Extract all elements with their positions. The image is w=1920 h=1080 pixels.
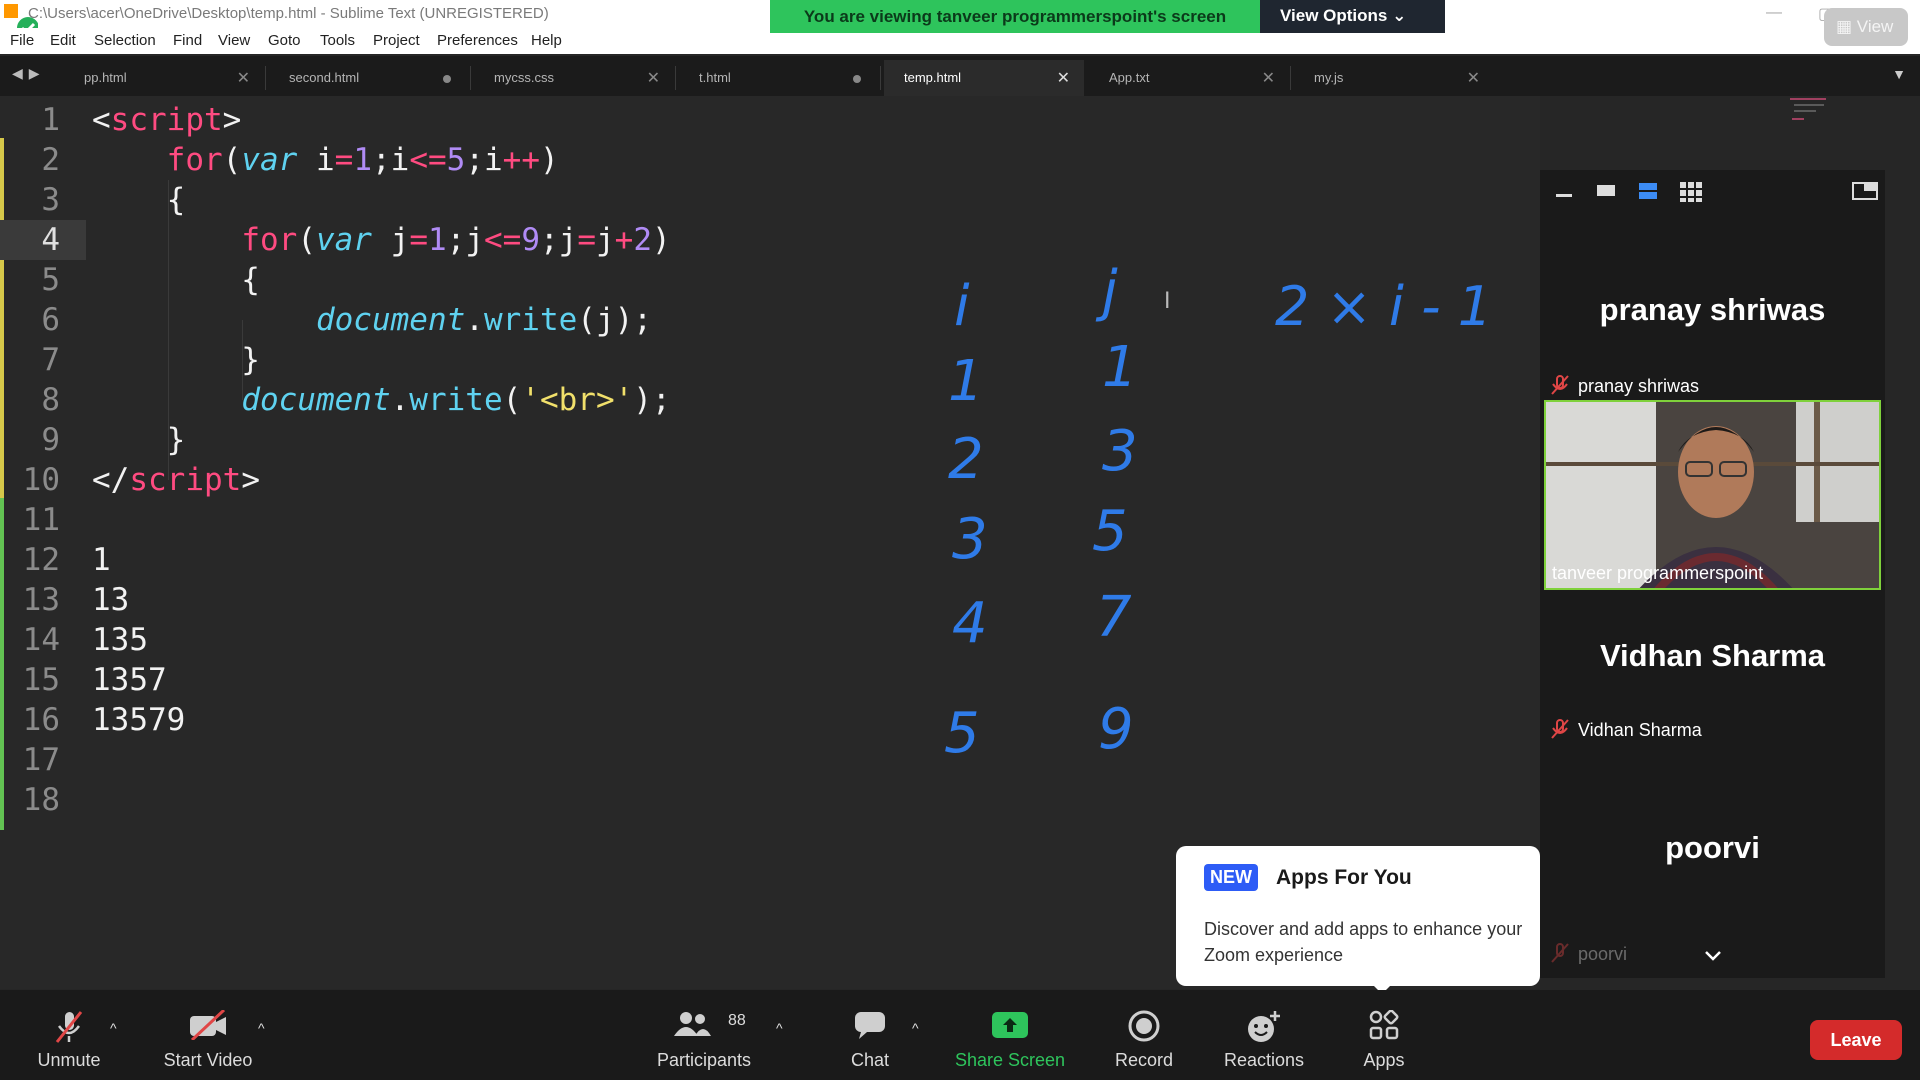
record-icon (1128, 1010, 1160, 1042)
start-video-label: Start Video (163, 1050, 253, 1070)
participants-panel: pranay shriwas pranay shriwas tanveer pr… (1540, 170, 1885, 978)
tab-overflow-icon[interactable]: ▼ (1892, 66, 1906, 82)
view-button[interactable]: ▦ View (1824, 8, 1908, 46)
popup-title: Apps For You (1276, 866, 1412, 889)
participants-button[interactable]: 88 Participants (648, 990, 760, 1080)
reactions-icon (1248, 1011, 1280, 1042)
viewing-message: You are viewing tanveer programmerspoint… (770, 0, 1260, 33)
share-screen-button[interactable]: Share Screen (950, 990, 1070, 1080)
participant-name-label: tanveer programmerspoint (1552, 563, 1764, 583)
unmute-label: Unmute (37, 1050, 101, 1070)
view-options-label: View Options (1280, 6, 1388, 25)
participant-tile[interactable]: pranay shriwas pranay shriwas (1540, 212, 1885, 402)
pop-out-icon[interactable] (1852, 182, 1878, 200)
hand-i-5: 5 (944, 701, 980, 766)
chat-caret-icon[interactable]: ^ (912, 1020, 919, 1036)
hand-j-7: 7 (1096, 585, 1132, 650)
grid-icon: ▦ (1836, 17, 1853, 36)
panel-toolbar (1540, 170, 1885, 212)
leave-button[interactable]: Leave (1810, 1020, 1902, 1060)
text-cursor-icon: I (1164, 289, 1171, 314)
hand-j-9: 9 (1098, 697, 1134, 762)
muted-mic-icon (1551, 943, 1569, 963)
apps-icon (1369, 1010, 1399, 1040)
muted-mic-icon (55, 1011, 83, 1043)
view-options-button[interactable]: View Options ⌄ (1260, 0, 1445, 33)
new-badge: NEW (1204, 864, 1258, 891)
minimap[interactable] (1790, 96, 1830, 136)
muted-mic-icon (1551, 719, 1569, 739)
hand-header-i: i (954, 274, 970, 339)
hand-formula: 2 × i - 1 (1275, 275, 1492, 338)
participant-video (1546, 402, 1879, 588)
reactions-button[interactable]: Reactions (1210, 990, 1318, 1080)
record-button[interactable]: Record (1100, 990, 1188, 1080)
unmute-button[interactable]: Unmute (22, 990, 116, 1080)
apps-label: Apps (1363, 1050, 1405, 1070)
chat-icon (855, 1012, 885, 1039)
video-off-icon (190, 1010, 226, 1040)
zoom-toolbar: Unmute ^ Start Video ^ 88 Participants ^… (0, 990, 1920, 1080)
share-screen-icon (992, 1012, 1028, 1038)
participants-icon (673, 1012, 711, 1036)
chat-button[interactable]: Chat (830, 990, 910, 1080)
audio-options-caret-icon[interactable]: ^ (110, 1020, 117, 1036)
participant-name-label: pranay shriwas (1578, 376, 1700, 396)
hand-i-3: 3 (952, 507, 988, 572)
hand-i-1: 1 (948, 349, 984, 414)
minimize-panel-icon[interactable] (1554, 182, 1574, 198)
record-label: Record (1114, 1050, 1174, 1070)
handwriting-layer: i j 2 × i - 1 1 2 3 4 5 1 3 5 7 9 I (944, 259, 1492, 766)
chevron-down-icon[interactable] (1704, 950, 1722, 962)
screen-share-banner: You are viewing tanveer programmerspoint… (770, 0, 1445, 33)
view-button-label: View (1856, 17, 1894, 36)
apps-button[interactable]: Apps (1344, 990, 1424, 1080)
single-tile-icon[interactable] (1596, 182, 1616, 198)
hand-j-1: 1 (1102, 335, 1138, 400)
participant-tile[interactable]: poorvi poorvi (1540, 784, 1885, 978)
participant-name-large: poorvi (1665, 830, 1760, 865)
muted-mic-icon (1551, 375, 1569, 395)
hand-i-4: 4 (952, 591, 988, 656)
participants-count: 88 (728, 1012, 746, 1029)
hand-j-5: 5 (1092, 499, 1128, 564)
hand-i-2: 2 (948, 427, 984, 492)
participant-name-label: Vidhan Sharma (1578, 720, 1702, 740)
chevron-down-icon: ⌄ (1392, 6, 1407, 25)
gallery-grid-icon[interactable] (1680, 182, 1702, 202)
participants-label: Participants (656, 1050, 752, 1070)
hand-header-j: j (1095, 259, 1118, 324)
participants-caret-icon[interactable]: ^ (776, 1020, 783, 1036)
hand-j-3: 3 (1102, 419, 1138, 484)
participant-tile[interactable]: Vidhan Sharma Vidhan Sharma (1540, 594, 1885, 784)
share-screen-label: Share Screen (954, 1050, 1066, 1070)
video-tile-active-speaker[interactable]: tanveer programmerspoint (1544, 400, 1881, 590)
participant-name-label: poorvi (1578, 944, 1628, 964)
popup-body: Discover and add apps to enhance your Zo… (1204, 919, 1523, 965)
side-by-side-icon[interactable] (1638, 182, 1658, 200)
participant-name-large: Vidhan Sharma (1599, 638, 1826, 673)
chat-label: Chat (850, 1050, 890, 1070)
minimize-button[interactable]: — (1766, 4, 1782, 22)
reactions-label: Reactions (1223, 1050, 1305, 1070)
video-options-caret-icon[interactable]: ^ (258, 1020, 265, 1036)
apps-for-you-popup[interactable]: NEW Apps For You Discover and add apps t… (1176, 846, 1540, 986)
start-video-button[interactable]: Start Video (150, 990, 266, 1080)
participant-name-large: pranay shriwas (1599, 292, 1826, 327)
